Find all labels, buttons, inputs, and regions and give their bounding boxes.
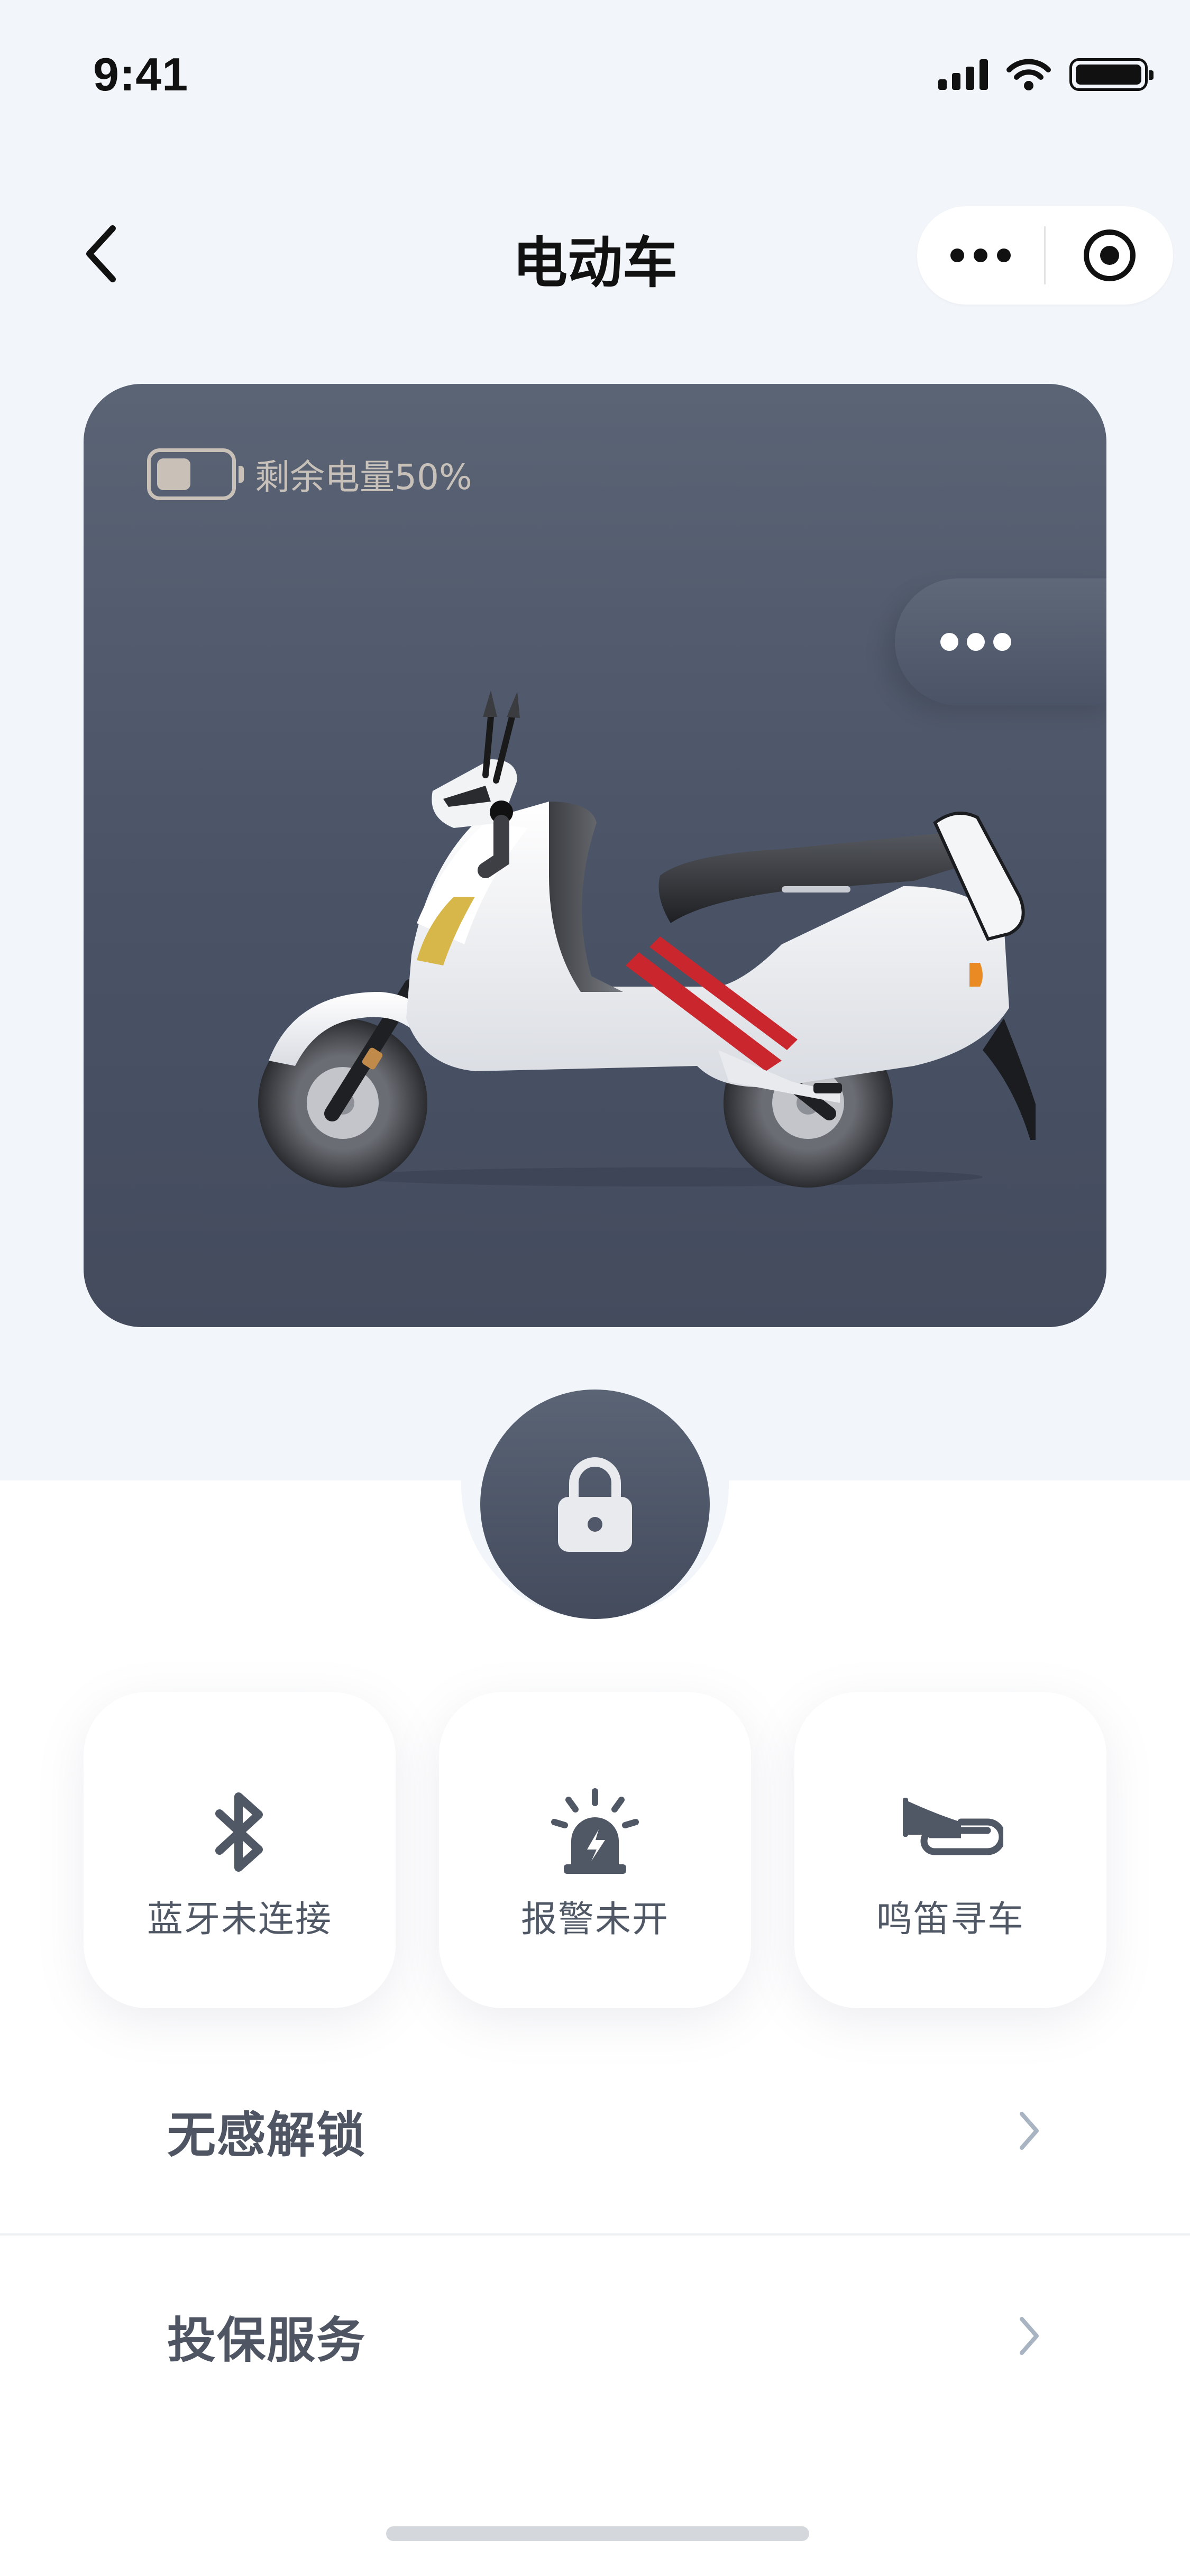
- horn-find-label: 鸣笛寻车: [876, 1899, 1024, 1940]
- list-item-label: 无感解锁: [167, 2106, 367, 2164]
- bluetooth-status-label: 蓝牙未连接: [147, 1899, 332, 1940]
- lock-toggle-button[interactable]: [480, 1390, 710, 1619]
- mini-program-capsule: [917, 206, 1173, 305]
- cellular-signal-icon: [938, 59, 988, 90]
- battery-status-icon: [1069, 58, 1154, 91]
- alarm-tile[interactable]: 报警未开: [439, 1692, 751, 2008]
- more-menu-button[interactable]: [917, 206, 1044, 305]
- lock-icon: [558, 1457, 632, 1552]
- battery-level-fill: [157, 458, 190, 490]
- horn-icon: [903, 1798, 1003, 1855]
- list-item-insurance-service[interactable]: 投保服务: [0, 2235, 1190, 2436]
- alarm-icon: [551, 1788, 639, 1874]
- more-dot-icon: [974, 249, 987, 262]
- horn-tile[interactable]: 鸣笛寻车: [794, 1692, 1106, 2008]
- alarm-status-label: 报警未开: [520, 1899, 669, 1940]
- target-icon: [1083, 229, 1136, 281]
- chevron-right-icon: [1013, 2104, 1045, 2157]
- chevron-right-icon: [1013, 2310, 1045, 2362]
- status-icons: [938, 58, 1154, 91]
- battery-level-icon: [147, 448, 244, 500]
- more-dot-icon: [950, 249, 964, 262]
- tile-icon-wrap: [550, 1787, 640, 1877]
- battery-indicator: 剩余电量50%: [147, 448, 472, 500]
- screen: 9:41 电动车 剩余电量50% 蓝牙未连接 报警未开 鸣笛寻车 无感解锁 投保…: [0, 0, 1190, 2576]
- close-mini-program-button[interactable]: [1046, 206, 1173, 305]
- vehicle-card: 剩余电量50%: [84, 384, 1106, 1327]
- tile-icon-wrap: [208, 1787, 271, 1877]
- scooter-illustration: [258, 691, 1036, 1188]
- list-item-label: 投保服务: [167, 2312, 367, 2369]
- more-dot-icon: [997, 249, 1011, 262]
- bluetooth-icon: [215, 1792, 263, 1872]
- home-indicator: [386, 2526, 809, 2541]
- list-item-keyless-unlock[interactable]: 无感解锁: [0, 2030, 1190, 2231]
- bluetooth-tile[interactable]: 蓝牙未连接: [84, 1692, 396, 2008]
- battery-remaining-text: 剩余电量50%: [255, 457, 472, 498]
- status-time: 9:41: [93, 48, 189, 100]
- tile-icon-wrap: [898, 1787, 1003, 1877]
- wifi-icon: [1006, 59, 1051, 90]
